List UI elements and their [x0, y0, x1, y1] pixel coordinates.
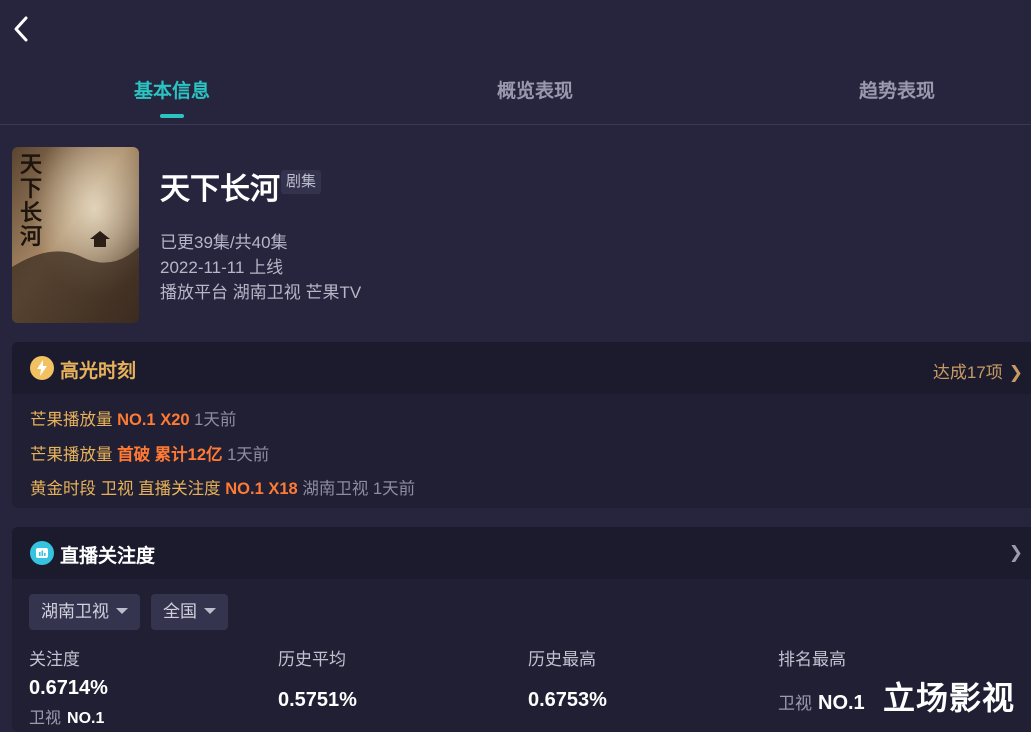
highlight-row[interactable]: 芒果播放量 首破 累计12亿 1天前: [30, 441, 269, 465]
highlight-row[interactable]: 黄金时段 卫视 直播关注度 NO.1 X18 湖南卫视 1天前: [30, 475, 415, 499]
rank-prefix: 卫视: [778, 694, 812, 713]
chevron-right-icon: ❯: [1008, 543, 1023, 562]
stat-value-history-max: 0.6753%: [528, 689, 607, 711]
stat-sub-attention: 卫视 NO.1: [29, 704, 104, 728]
chevron-left-icon: [14, 16, 28, 42]
stat-label-history-max: 历史最高: [528, 650, 596, 669]
show-poster[interactable]: 天下长河: [12, 147, 139, 323]
highlights-more-link[interactable]: 达成17项 ❯: [933, 358, 1023, 383]
stat-label-best-rank: 排名最高: [778, 650, 846, 669]
rank-value: NO.1: [67, 710, 105, 727]
platforms: 播放平台 湖南卫视 芒果TV: [160, 283, 362, 302]
rank-prefix: 卫视: [29, 710, 62, 727]
highlights-header[interactable]: 高光时刻 达成17项 ❯: [12, 342, 1031, 394]
caret-down-icon: [204, 607, 216, 614]
highlight-label: 芒果播放量: [30, 411, 113, 429]
tab-bar: 基本信息 概览表现 趋势表现: [0, 60, 1031, 125]
lightning-icon: [30, 356, 54, 380]
type-badge: 剧集: [281, 170, 322, 194]
back-button[interactable]: [10, 14, 34, 44]
show-title: 天下长河: [160, 173, 280, 206]
episode-count: 已更39集/共40集: [160, 233, 288, 252]
tab-basic-info[interactable]: 基本信息: [134, 76, 210, 103]
channel-dropdown[interactable]: 湖南卫视: [29, 594, 140, 630]
live-attention-header[interactable]: 直播关注度 ❯: [12, 527, 1031, 579]
highlight-suffix: 湖南卫视 1天前: [302, 480, 416, 498]
rank-value: NO.1: [818, 692, 865, 714]
highlight-value: 首破 累计12亿: [117, 446, 223, 464]
highlight-suffix: 1天前: [194, 411, 237, 429]
highlight-label: 黄金时段 卫视 直播关注度: [30, 480, 221, 498]
region-dropdown[interactable]: 全国: [151, 594, 228, 630]
highlights-title: 高光时刻: [60, 361, 137, 382]
poster-title: 天下长河: [20, 152, 43, 250]
stat-label-history-avg: 历史平均: [278, 650, 346, 669]
channel-dropdown-value: 湖南卫视: [41, 602, 109, 621]
live-attention-card: 直播关注度 ❯ 湖南卫视 全国 关注度 历史平均 历史最高 排名最高 0.671…: [12, 527, 1031, 732]
tab-trend[interactable]: 趋势表现: [859, 76, 935, 103]
caret-down-icon: [116, 607, 128, 614]
stat-value-attention: 0.6714%: [29, 677, 108, 699]
region-dropdown-value: 全国: [163, 602, 197, 621]
active-tab-indicator: [160, 114, 184, 118]
stat-label-attention: 关注度: [29, 650, 80, 669]
highlights-count: 达成17项: [932, 363, 1003, 382]
chart-icon: [30, 541, 54, 565]
highlight-suffix: 1天前: [227, 446, 270, 464]
release-date: 2022-11-11 上线: [160, 258, 284, 277]
highlights-card: 高光时刻 达成17项 ❯ 芒果播放量 NO.1 X20 1天前 芒果播放量 首破 …: [12, 342, 1031, 508]
stat-sub-best-rank: 卫视 NO.1: [778, 689, 865, 715]
stat-value-history-avg: 0.5751%: [278, 689, 357, 711]
highlight-value: NO.1 X18: [225, 480, 298, 498]
live-attention-title: 直播关注度: [60, 546, 156, 567]
top-bar: [0, 0, 1031, 60]
watermark: 立场影视: [883, 680, 1016, 716]
highlight-label: 芒果播放量: [30, 446, 113, 464]
highlight-row[interactable]: 芒果播放量 NO.1 X20 1天前: [30, 406, 236, 430]
tab-overview[interactable]: 概览表现: [497, 76, 573, 103]
chevron-right-icon: ❯: [1008, 363, 1023, 382]
live-attention-more[interactable]: ❯: [1003, 543, 1023, 563]
highlight-value: NO.1 X20: [117, 411, 190, 429]
